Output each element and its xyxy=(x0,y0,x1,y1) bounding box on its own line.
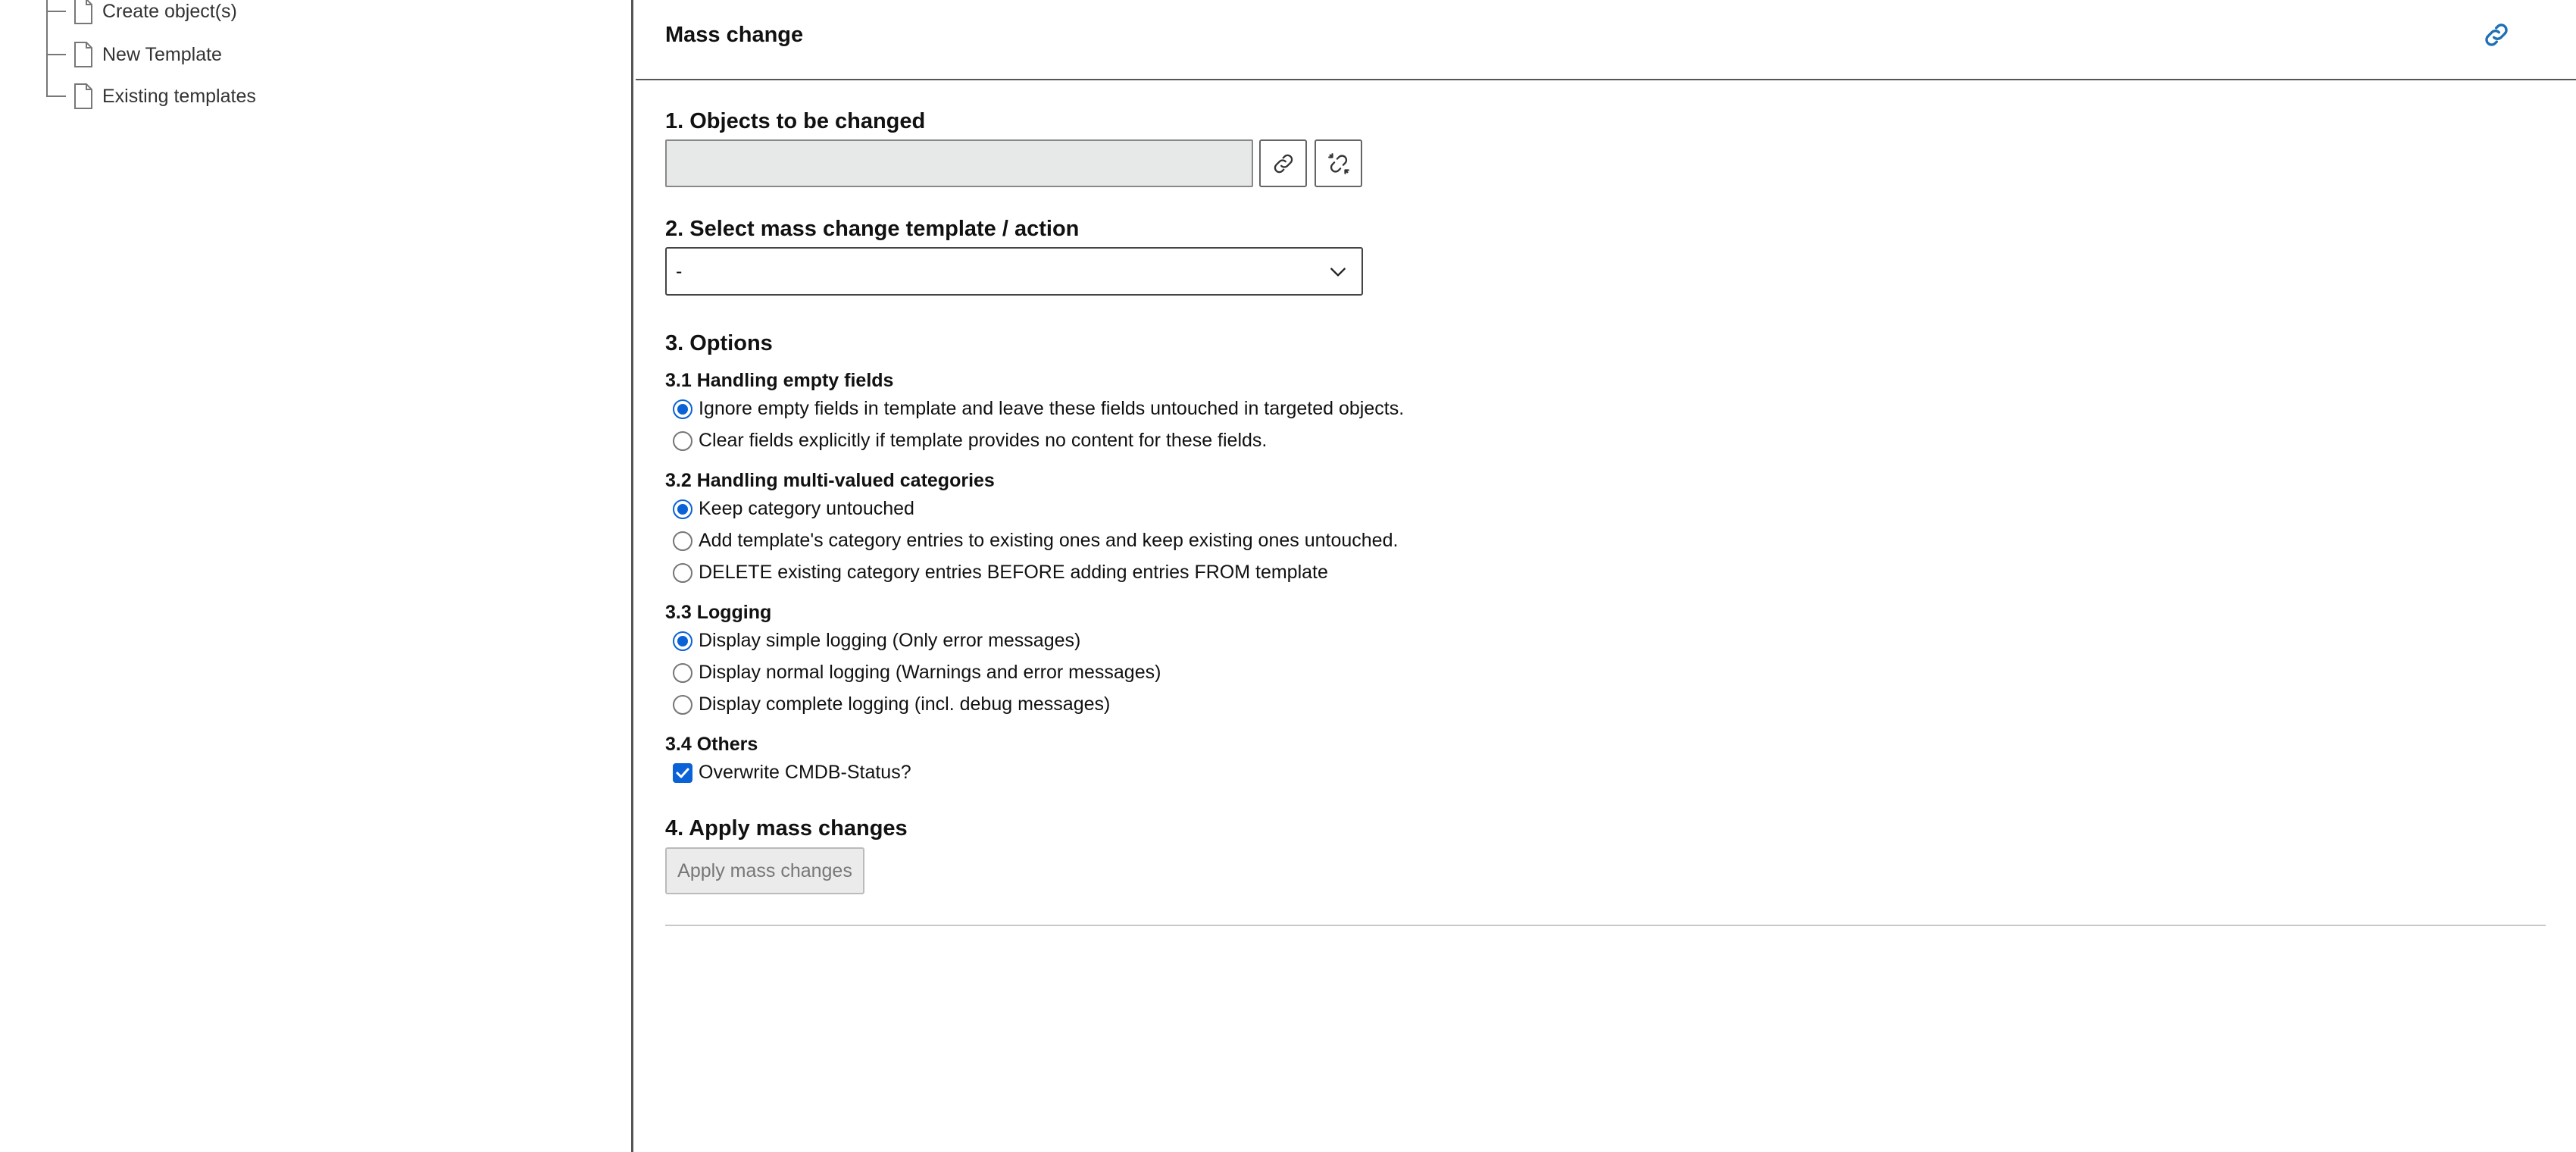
multivalued-title: 3.2 Handling multi-valued categories xyxy=(665,470,995,491)
radio-button[interactable] xyxy=(673,631,692,651)
overwrite-status-checkbox[interactable] xyxy=(673,762,692,783)
tree-branch xyxy=(46,54,66,55)
logging-option-complete[interactable]: Display complete logging (incl. debug me… xyxy=(673,693,1110,715)
sidebar-tree: Create object(s) New Template Existing t… xyxy=(0,0,633,1152)
main-panel: Mass change 1. Objects to be changed 2. … xyxy=(636,0,2576,1152)
link-icon xyxy=(1274,154,1293,173)
radio-button[interactable] xyxy=(673,430,692,451)
template-select[interactable]: - xyxy=(665,247,1363,296)
sidebar-item-create-objects[interactable]: Create object(s) xyxy=(46,0,237,27)
others-title: 3.4 Others xyxy=(665,734,758,755)
option-label: Display complete logging (incl. debug me… xyxy=(699,693,1111,715)
tree-branch xyxy=(46,95,66,97)
unlink-icon xyxy=(1327,152,1349,174)
file-icon xyxy=(74,83,92,109)
radio-button[interactable] xyxy=(673,499,692,519)
radio-button[interactable] xyxy=(673,562,692,583)
divider xyxy=(665,925,2546,926)
link-icon[interactable] xyxy=(2481,20,2512,50)
overwrite-status-option[interactable]: Overwrite CMDB-Status? xyxy=(673,762,911,784)
objects-input[interactable] xyxy=(665,139,1253,187)
section-template-title: 2. Select mass change template / action xyxy=(665,217,1080,241)
option-label: DELETE existing category entries BEFORE … xyxy=(699,562,1328,583)
detach-objects-button[interactable] xyxy=(1315,139,1362,187)
radio-button[interactable] xyxy=(673,662,692,683)
multivalued-option-add[interactable]: Add template's category entries to exist… xyxy=(673,530,1398,552)
sidebar-item-existing-templates[interactable]: Existing templates xyxy=(46,81,256,111)
logging-title: 3.3 Logging xyxy=(665,602,772,623)
section-objects-title: 1. Objects to be changed xyxy=(665,109,926,133)
empty-fields-title: 3.1 Handling empty fields xyxy=(665,370,894,391)
file-icon xyxy=(74,42,92,67)
option-label: Overwrite CMDB-Status? xyxy=(699,762,911,783)
logging-option-simple[interactable]: Display simple logging (Only error messa… xyxy=(673,630,1080,652)
tree-branch xyxy=(46,11,66,12)
page-title: Mass change xyxy=(665,23,804,47)
section-options-title: 3. Options xyxy=(665,331,773,355)
option-label: Keep category untouched xyxy=(699,498,914,519)
chevron-down-icon xyxy=(1330,268,1346,277)
section-apply-title: 4. Apply mass changes xyxy=(665,816,908,841)
radio-button[interactable] xyxy=(673,399,692,419)
option-label: Ignore empty fields in template and leav… xyxy=(699,398,1405,419)
radio-button[interactable] xyxy=(673,694,692,715)
template-select-value: - xyxy=(676,260,683,282)
app-root: Create object(s) New Template Existing t… xyxy=(0,0,2576,1152)
logging-option-normal[interactable]: Display normal logging (Warnings and err… xyxy=(673,662,1161,684)
file-icon xyxy=(74,0,92,24)
multivalued-option-delete[interactable]: DELETE existing category entries BEFORE … xyxy=(673,562,1328,584)
sidebar-item-label: Existing templates xyxy=(102,85,256,107)
sidebar-item-new-template[interactable]: New Template xyxy=(46,39,222,70)
empty-fields-option-clear[interactable]: Clear fields explicitly if template prov… xyxy=(673,430,1267,452)
checkmark-icon xyxy=(676,768,689,778)
sidebar-item-label: Create object(s) xyxy=(102,0,237,22)
option-label: Clear fields explicitly if template prov… xyxy=(699,430,1268,451)
sidebar-item-label: New Template xyxy=(102,43,222,65)
option-label: Display normal logging (Warnings and err… xyxy=(699,662,1161,683)
attach-objects-button[interactable] xyxy=(1259,139,1307,187)
empty-fields-option-ignore[interactable]: Ignore empty fields in template and leav… xyxy=(673,398,1404,420)
option-label: Display simple logging (Only error messa… xyxy=(699,630,1081,651)
page-header: Mass change xyxy=(636,0,2576,80)
multivalued-option-keep[interactable]: Keep category untouched xyxy=(673,498,914,520)
option-label: Add template's category entries to exist… xyxy=(699,530,1399,551)
apply-mass-changes-button[interactable]: Apply mass changes xyxy=(665,847,864,894)
radio-button[interactable] xyxy=(673,531,692,551)
